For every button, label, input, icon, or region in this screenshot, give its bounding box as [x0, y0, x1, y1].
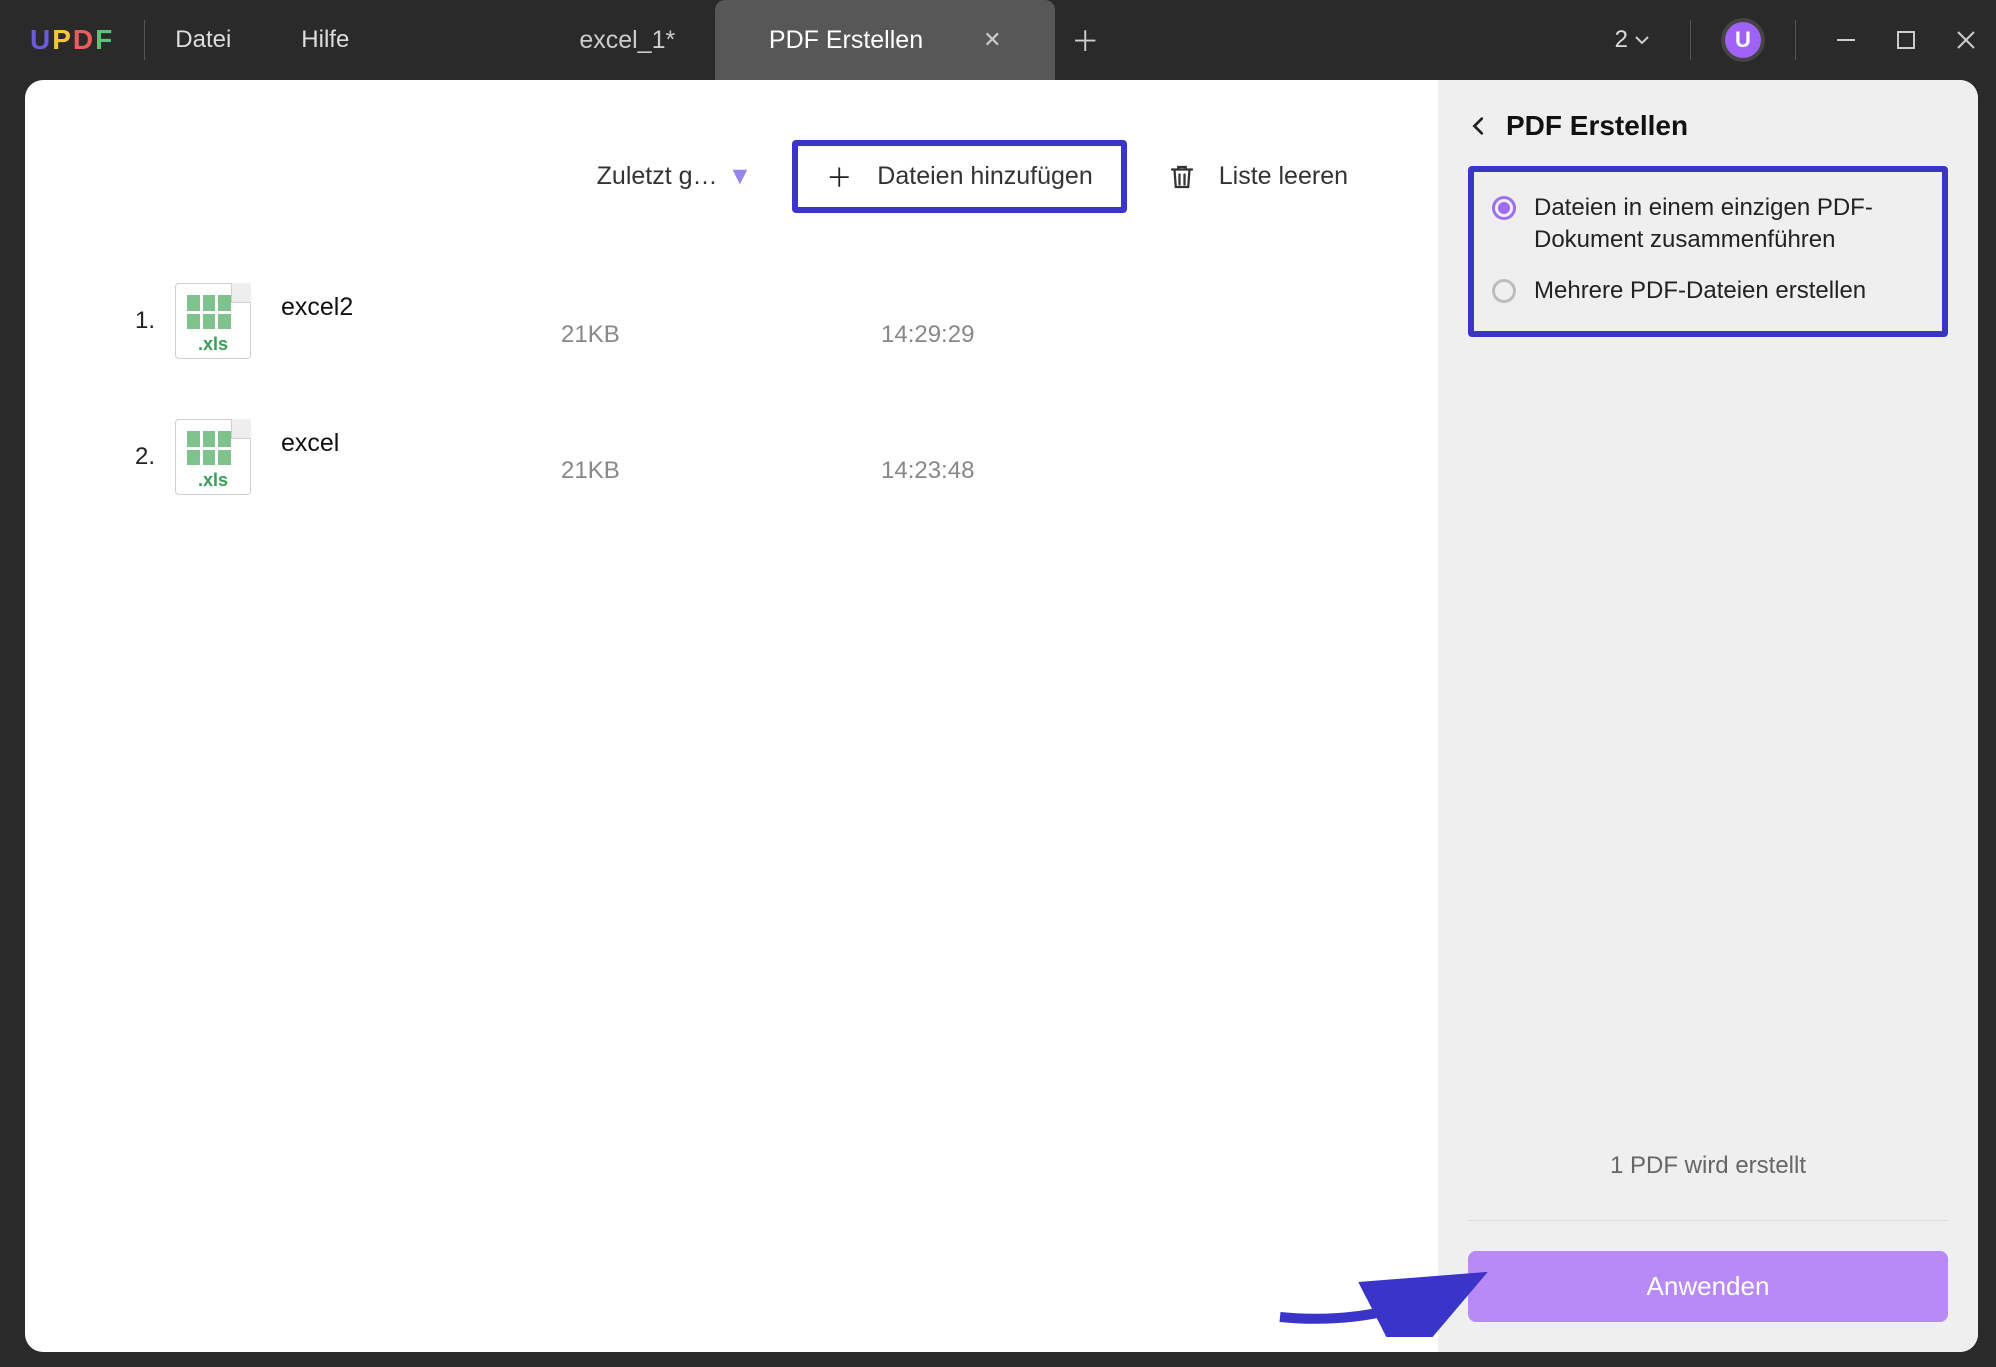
file-time: 14:29:29 — [881, 321, 974, 349]
clear-list-label: Liste leeren — [1219, 162, 1348, 191]
tab-label: PDF Erstellen — [769, 26, 923, 55]
tab-label: excel_1* — [579, 26, 675, 55]
counter-value: 2 — [1615, 26, 1628, 54]
file-ext: .xls — [175, 334, 251, 355]
add-files-button[interactable]: ＋ Dateien hinzufügen — [792, 140, 1126, 213]
list-toolbar: Zuletzt g… ▼ ＋ Dateien hinzufügen Liste … — [85, 140, 1378, 213]
option-merge-label: Dateien in einem einzigen PDF-Dokument z… — [1534, 192, 1924, 257]
chevron-down-icon — [1634, 32, 1650, 48]
trash-icon — [1167, 162, 1197, 192]
menu-help[interactable]: Hilfe — [301, 26, 349, 54]
file-time: 14:23:48 — [881, 457, 974, 485]
file-list-card: Zuletzt g… ▼ ＋ Dateien hinzufügen Liste … — [85, 140, 1378, 525]
status-text: 1 PDF wird erstellt — [1468, 1152, 1948, 1180]
close-button[interactable] — [1936, 10, 1996, 70]
close-icon[interactable]: ✕ — [983, 27, 1001, 53]
menu-file[interactable]: Datei — [175, 26, 231, 54]
maximize-button[interactable] — [1876, 10, 1936, 70]
file-row[interactable]: 1. .xls excel2 21KB 14:29:29 — [85, 253, 1378, 389]
avatar[interactable]: U — [1721, 18, 1765, 62]
chevron-left-icon[interactable] — [1468, 115, 1490, 137]
minimize-icon — [1835, 29, 1857, 51]
sort-dropdown[interactable]: Zuletzt g… ▼ — [597, 162, 753, 191]
side-title: PDF Erstellen — [1506, 110, 1688, 142]
file-size: 21KB — [561, 321, 881, 349]
tab-excel1[interactable]: excel_1* — [539, 0, 715, 80]
clear-list-button[interactable]: Liste leeren — [1167, 162, 1348, 192]
option-multiple-label: Mehrere PDF-Dateien erstellen — [1534, 275, 1866, 307]
divider — [1795, 20, 1796, 60]
file-ext: .xls — [175, 470, 251, 491]
xls-file-icon: .xls — [175, 283, 251, 359]
radio-selected-icon — [1492, 196, 1516, 220]
file-size: 21KB — [561, 457, 881, 485]
main-panel: Zuletzt g… ▼ ＋ Dateien hinzufügen Liste … — [25, 80, 1438, 1352]
sort-label: Zuletzt g… — [597, 162, 718, 191]
plus-icon: ＋ — [826, 158, 852, 195]
side-header: PDF Erstellen — [1468, 110, 1948, 142]
new-tab-button[interactable]: ＋ — [1055, 0, 1115, 80]
divider — [1468, 1220, 1948, 1221]
workspace: Zuletzt g… ▼ ＋ Dateien hinzufügen Liste … — [25, 80, 1978, 1352]
divider — [144, 20, 145, 60]
apply-button[interactable]: Anwenden — [1468, 1251, 1948, 1322]
titlebar: UPDF Datei Hilfe excel_1* PDF Erstellen … — [0, 0, 1996, 80]
add-files-label: Dateien hinzufügen — [877, 162, 1092, 191]
xls-file-icon: .xls — [175, 419, 251, 495]
tab-bar: excel_1* PDF Erstellen ✕ ＋ — [539, 0, 1115, 80]
chevron-down-icon: ▼ — [728, 162, 753, 191]
minimize-button[interactable] — [1816, 10, 1876, 70]
row-number: 1. — [135, 307, 175, 335]
divider — [1690, 20, 1691, 60]
tab-pdf-erstellen[interactable]: PDF Erstellen ✕ — [715, 0, 1055, 80]
file-name: excel2 — [281, 293, 561, 322]
side-panel: PDF Erstellen Dateien in einem einzigen … — [1438, 80, 1978, 1352]
radio-unselected-icon — [1492, 279, 1516, 303]
option-merge-single[interactable]: Dateien in einem einzigen PDF-Dokument z… — [1492, 192, 1924, 257]
window-counter[interactable]: 2 — [1615, 26, 1650, 54]
option-multiple-pdf[interactable]: Mehrere PDF-Dateien erstellen — [1492, 275, 1924, 307]
row-number: 2. — [135, 443, 175, 471]
close-icon — [1955, 29, 1977, 51]
pdf-options-card: Dateien in einem einzigen PDF-Dokument z… — [1468, 166, 1948, 337]
maximize-icon — [1895, 29, 1917, 51]
file-name: excel — [281, 429, 561, 458]
file-row[interactable]: 2. .xls excel 21KB 14:23:48 — [85, 389, 1378, 525]
app-logo: UPDF — [30, 24, 114, 56]
